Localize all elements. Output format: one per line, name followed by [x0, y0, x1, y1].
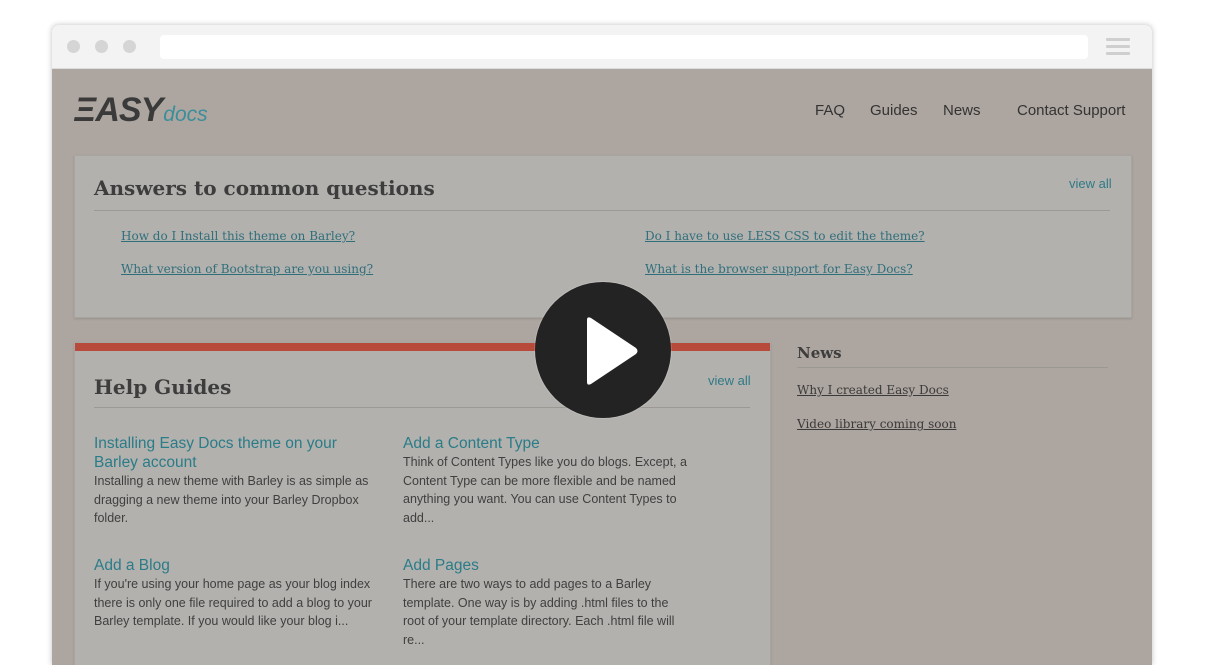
guide-title-link[interactable]: Add a Content Type: [403, 434, 693, 453]
guide-excerpt: Think of Content Types like you do blogs…: [403, 455, 687, 525]
guide-item: Add a Content Type Think of Content Type…: [403, 434, 693, 527]
guide-item: Add a Blog If you're using your home pag…: [94, 556, 384, 631]
nav-guides[interactable]: Guides: [870, 102, 918, 119]
faq-title: Answers to common questions: [94, 176, 435, 200]
window-zoom-dot[interactable]: [123, 40, 136, 53]
logo-main-text: ΞASY: [74, 91, 163, 129]
faq-question-link[interactable]: What version of Bootstrap are you using?: [121, 262, 373, 276]
guide-title-link[interactable]: Add a Blog: [94, 556, 384, 575]
guides-title: Help Guides: [94, 375, 232, 399]
faq-question-link[interactable]: What is the browser support for Easy Doc…: [645, 262, 913, 276]
faq-question-link[interactable]: How do I Install this theme on Barley?: [121, 229, 355, 243]
play-video-button[interactable]: [535, 282, 671, 418]
news-item-link[interactable]: Why I created Easy Docs: [797, 383, 949, 397]
browser-toolbar: [52, 25, 1152, 69]
news-divider: [797, 367, 1108, 368]
guide-item: Installing Easy Docs theme on your Barle…: [94, 434, 384, 528]
logo-sub-text: docs: [163, 103, 208, 126]
hamburger-menu-icon[interactable]: [1106, 38, 1130, 56]
guide-excerpt: Installing a new theme with Barley is as…: [94, 474, 369, 525]
news-item-link[interactable]: Video library coming soon: [797, 417, 956, 431]
guide-excerpt: If you're using your home page as your b…: [94, 577, 372, 628]
nav-contact-support[interactable]: Contact Support: [1017, 102, 1125, 119]
news-title: News: [797, 344, 842, 362]
faq-view-all-link[interactable]: view all: [1069, 176, 1112, 191]
window-close-dot[interactable]: [67, 40, 80, 53]
site-logo[interactable]: ΞASYdocs: [74, 91, 208, 130]
address-bar[interactable]: [160, 35, 1088, 59]
guide-title-link[interactable]: Add Pages: [403, 556, 693, 575]
guide-excerpt: There are two ways to add pages to a Bar…: [403, 577, 675, 647]
nav-news[interactable]: News: [943, 102, 981, 119]
guide-item: Add Pages There are two ways to add page…: [403, 556, 693, 649]
faq-question-link[interactable]: Do I have to use LESS CSS to edit the th…: [645, 229, 925, 243]
guide-title-link[interactable]: Installing Easy Docs theme on your Barle…: [94, 434, 384, 472]
guides-view-all-link[interactable]: view all: [708, 373, 751, 388]
nav-faq[interactable]: FAQ: [815, 102, 845, 119]
faq-divider: [94, 210, 1110, 211]
play-icon: [587, 317, 638, 385]
window-minimize-dot[interactable]: [95, 40, 108, 53]
